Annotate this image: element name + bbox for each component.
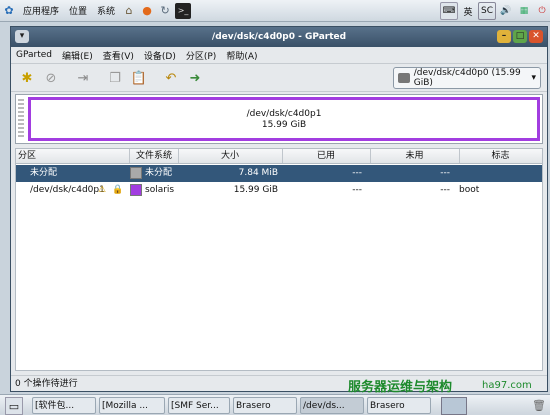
filesystem-label: 未分配 [145,168,173,178]
resize-icon[interactable]: ⇥ [73,68,93,88]
partition-map: /dev/dsk/c4d0p1 15.99 GiB [15,94,543,144]
task-gparted[interactable]: /dev/ds... [300,397,364,414]
task-brasero-1[interactable]: Brasero [233,397,297,414]
maximize-button[interactable]: □ [513,30,527,43]
flags-cell: boot [459,185,480,195]
column-flags[interactable]: 标志 [459,149,542,163]
watermark-text: 服务器运维与架构 [348,380,453,395]
keyboard-icon[interactable]: ⌨ [440,2,458,20]
workspace-switcher-icon[interactable] [441,397,467,415]
terminal-icon[interactable]: >_ [175,2,192,19]
volume-icon[interactable]: 🔊 [498,3,514,19]
close-button[interactable]: ✕ [529,30,543,43]
partition-name: 未分配 [30,168,58,178]
partition-segment[interactable]: /dev/dsk/c4d0p1 15.99 GiB [28,97,540,141]
taskbar: ▭ [软件包... [Mozilla ... [SMF Ser... Brase… [0,394,550,415]
apply-icon[interactable]: ➜ [185,68,205,88]
network-icon[interactable]: ▦ [516,3,532,19]
unused-cell: --- [440,168,450,178]
system-tray: ⌨ 英 SC 🔊 ▦ ⏻ [440,2,550,20]
unallocated-segment[interactable] [18,99,24,139]
window-title: /dev/dsk/c4d0p0 - GParted [211,32,347,42]
task-package-manager[interactable]: [软件包... [32,397,96,414]
top-panel: ✿ 应用程序 位置 系统 ⌂ ● ↻ >_ ⌨ 英 SC 🔊 ▦ ⏻ [0,0,550,22]
used-cell: --- [352,185,362,195]
column-filesystem[interactable]: 文件系统 [130,149,179,163]
unused-cell: --- [440,185,450,195]
task-brasero-2[interactable]: Brasero [367,397,431,414]
lock-icon: 🔒 [112,185,124,195]
used-cell: --- [352,168,362,178]
delete-icon[interactable]: ⊘ [41,68,61,88]
task-mozilla[interactable]: [Mozilla ... [99,397,165,414]
new-icon[interactable]: ✱ [17,68,37,88]
trash-icon[interactable]: 🗑 [531,397,547,413]
column-size[interactable]: 大小 [178,149,283,163]
toolbar: ✱ ⊘ ⇥ ❐ 📋 ↶ ➜ /dev/dsk/c4d0p0 (15.99 GiB… [11,64,547,92]
column-unused[interactable]: 未用 [370,149,460,163]
device-selector-label: /dev/dsk/c4d0p0 (15.99 GiB) [413,68,521,88]
gnome-foot-icon[interactable]: ✿ [1,3,17,19]
copy-icon[interactable]: ❐ [105,68,125,88]
filesystem-cell: solaris [130,182,174,199]
partition-table: 未分配 未分配 7.84 MiB --- --- /dev/dsk/c4d0p1… [15,164,543,371]
undo-icon[interactable]: ↶ [161,68,181,88]
reload-icon[interactable]: ↻ [157,3,173,19]
watermark-url: ha97.com [482,380,532,391]
drive-icon [398,73,410,83]
column-used[interactable]: 已用 [282,149,371,163]
title-bar[interactable]: ▾ /dev/dsk/c4d0p0 - GParted – □ ✕ [11,27,547,47]
menu-partition[interactable]: 分区(P) [181,49,221,62]
minimize-button[interactable]: – [497,30,511,43]
home-icon[interactable]: ⌂ [121,3,137,19]
size-cell: 15.99 GiB [233,185,278,195]
window-menu-button[interactable]: ▾ [15,30,29,43]
partition-name: /dev/dsk/c4d0p1 [30,185,105,195]
gparted-window: ▾ /dev/dsk/c4d0p0 - GParted – □ ✕ GParte… [10,26,548,392]
show-desktop-icon[interactable]: ▭ [5,397,23,415]
menu-view[interactable]: 查看(V) [98,49,139,62]
table-row[interactable]: 未分配 未分配 7.84 MiB --- --- [16,165,542,182]
menu-device[interactable]: 设备(D) [139,49,181,62]
warning-icon: ⚠ [98,185,107,195]
menu-help[interactable]: 帮助(A) [221,49,262,62]
size-cell: 7.84 MiB [238,168,278,178]
task-smf[interactable]: [SMF Ser... [168,397,230,414]
table-row[interactable]: /dev/dsk/c4d0p1 ⚠ 🔒 solaris 15.99 GiB --… [16,182,542,199]
input-language-indicator[interactable]: 英 [460,3,476,19]
sc-indicator[interactable]: SC [478,2,496,20]
menu-bar: GParted 编辑(E) 查看(V) 设备(D) 分区(P) 帮助(A) [11,47,547,64]
paste-icon[interactable]: 📋 [129,68,149,88]
firefox-icon[interactable]: ● [139,3,155,19]
menu-edit[interactable]: 编辑(E) [57,49,98,62]
filesystem-color-swatch [130,166,142,179]
filesystem-cell: 未分配 [130,165,172,182]
system-menu[interactable]: 系统 [92,4,120,17]
map-partition-name: /dev/dsk/c4d0p1 [246,109,322,119]
column-partition[interactable]: 分区 [16,149,130,163]
filesystem-color-swatch [130,183,142,196]
device-selector[interactable]: /dev/dsk/c4d0p0 (15.99 GiB) ▾ [393,67,541,89]
map-partition-size: 15.99 GiB [261,120,307,130]
status-bar: 0 个操作待进行 [11,375,547,391]
menu-gparted[interactable]: GParted [11,50,57,60]
applications-menu[interactable]: 应用程序 [18,4,64,17]
chevron-down-icon: ▾ [531,73,536,83]
places-menu[interactable]: 位置 [64,4,92,17]
table-header: 分区 文件系统 大小 已用 未用 标志 [15,148,543,164]
filesystem-label: solaris [145,185,175,195]
power-icon[interactable]: ⏻ [534,3,550,19]
